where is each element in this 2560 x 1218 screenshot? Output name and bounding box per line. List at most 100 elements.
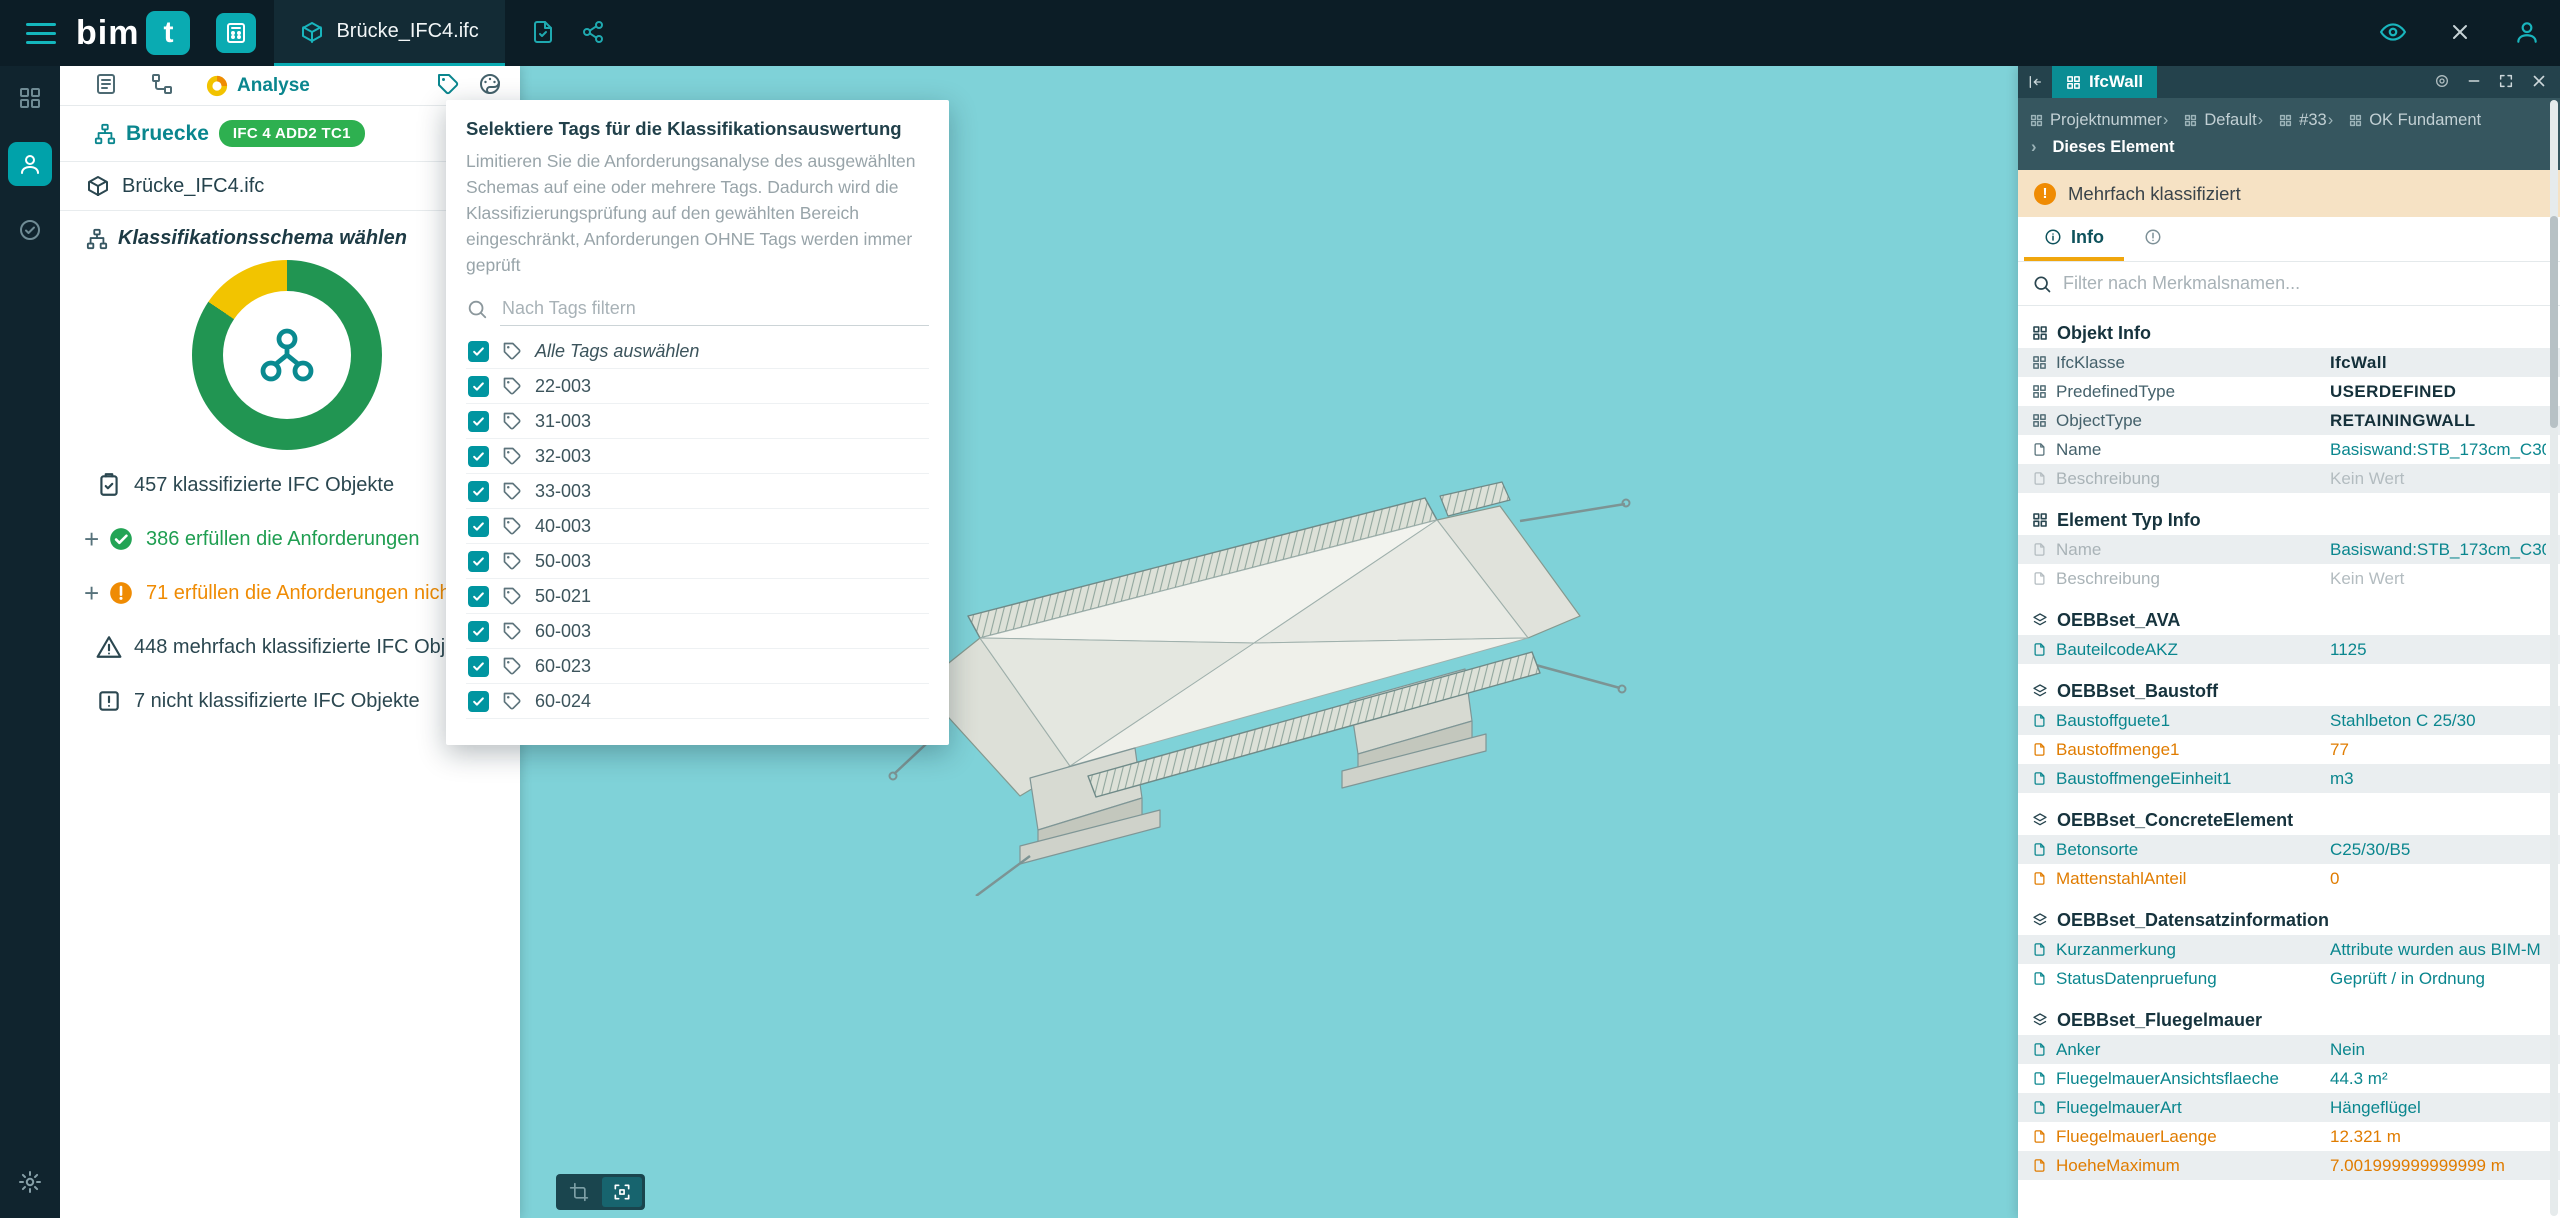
property-row[interactable]: Baustoffguete1 Stahlbeton C 25/30	[2018, 706, 2560, 735]
classification-donut[interactable]	[192, 260, 382, 450]
property-row[interactable]: Name Basiswand:STB_173cm_C30_	[2018, 535, 2560, 564]
tag-row[interactable]: 40-003	[466, 509, 929, 544]
property-row[interactable]: HoeheMaximum 7.001999999999999 m	[2018, 1151, 2560, 1180]
property-row[interactable]: MattenstahlAnteil 0	[2018, 864, 2560, 893]
property-row[interactable]: Baustoffmenge1 77	[2018, 735, 2560, 764]
checkbox-checked[interactable]	[468, 586, 489, 607]
property-row[interactable]: Betonsorte C25/30/B5	[2018, 835, 2560, 864]
checkbox-checked[interactable]	[468, 516, 489, 537]
checkbox-checked[interactable]	[468, 656, 489, 677]
stat-text: 71 erfüllen die Anforderungen nicht	[146, 582, 456, 605]
property-row[interactable]: Anker Nein	[2018, 1035, 2560, 1064]
checkbox-checked[interactable]	[468, 691, 489, 712]
group-title: OEBBset_Fluegelmauer	[2057, 1010, 2262, 1031]
select-all-tags-row[interactable]: Alle Tags auswählen	[466, 334, 929, 369]
checkbox-checked[interactable]	[468, 446, 489, 467]
tab-info[interactable]: Info	[2024, 217, 2124, 261]
user-icon[interactable]	[2514, 19, 2540, 48]
checkbox-checked[interactable]	[468, 411, 489, 432]
property-row[interactable]: Beschreibung Kein Wert	[2018, 464, 2560, 493]
user-box-icon[interactable]	[8, 142, 52, 186]
tag-row[interactable]: 22-003	[466, 369, 929, 404]
check-circle-icon[interactable]	[8, 208, 52, 252]
tag-row[interactable]: 50-003	[466, 544, 929, 579]
property-row[interactable]: Name Basiswand:STB_173cm_C30_	[2018, 435, 2560, 464]
close-icon[interactable]	[2448, 20, 2472, 47]
property-row[interactable]: ObjectType RETAININGWALL	[2018, 406, 2560, 435]
scrollbar-thumb[interactable]	[2550, 216, 2558, 428]
form-icon[interactable]	[94, 72, 118, 99]
tag-row[interactable]: 33-003	[466, 474, 929, 509]
share-icon[interactable]	[581, 20, 605, 47]
tag-row[interactable]: 31-003	[466, 404, 929, 439]
tag-icon[interactable]	[436, 72, 460, 99]
info-circle-icon	[2044, 228, 2062, 246]
property-group-header[interactable]: OEBBset_AVA	[2018, 605, 2560, 635]
tree-icon[interactable]	[150, 72, 174, 99]
checkbox-checked[interactable]	[468, 481, 489, 502]
bridge-model[interactable]	[880, 426, 1640, 901]
close-icon[interactable]	[2530, 72, 2548, 93]
tag-label: 33-003	[535, 481, 591, 502]
grid-icon[interactable]	[8, 76, 52, 120]
tag-row[interactable]: 60-003	[466, 614, 929, 649]
minimize-icon[interactable]	[2466, 73, 2482, 92]
property-row[interactable]: Beschreibung Kein Wert	[2018, 564, 2560, 593]
property-group-header[interactable]: Element Typ Info	[2018, 505, 2560, 535]
property-name: IfcKlasse	[2056, 353, 2125, 373]
property-row[interactable]: FluegelmauerArt Hängeflügel	[2018, 1093, 2560, 1122]
expand-plus[interactable]: +	[84, 578, 108, 609]
model-tab[interactable]: Brücke_IFC4.ifc	[274, 0, 504, 66]
collapse-left-icon[interactable]	[2018, 74, 2052, 90]
property-row[interactable]: BauteilcodeAKZ 1125	[2018, 635, 2560, 664]
left-rail	[0, 66, 60, 1218]
tab-info-label: Info	[2071, 227, 2104, 248]
property-group-header[interactable]: OEBBset_Datensatzinformation	[2018, 905, 2560, 935]
fit-view-icon[interactable]	[602, 1177, 642, 1207]
breadcrumb-item[interactable]: › Default	[2162, 108, 2257, 133]
expand-plus[interactable]: +	[84, 524, 108, 555]
checkbox-checked[interactable]	[468, 376, 489, 397]
ifcwall-tab[interactable]: IfcWall	[2052, 66, 2157, 98]
checkbox-checked[interactable]	[468, 621, 489, 642]
property-group-header[interactable]: OEBBset_Fluegelmauer	[2018, 1005, 2560, 1035]
tag-row[interactable]: 60-024	[466, 684, 929, 719]
eye-icon[interactable]	[2380, 19, 2406, 48]
breadcrumb-item[interactable]: › OK Fundament	[2327, 108, 2481, 133]
gear-icon[interactable]	[8, 1160, 52, 1204]
property-name: Kurzanmerkung	[2056, 940, 2176, 960]
breadcrumb-item[interactable]: › #33	[2257, 108, 2327, 133]
property-row[interactable]: Kurzanmerkung Attribute wurden aus BIM-M	[2018, 935, 2560, 964]
tag-filter-input[interactable]	[500, 292, 929, 326]
tab-issues[interactable]	[2124, 217, 2182, 261]
maximize-icon[interactable]	[2498, 73, 2514, 92]
property-row[interactable]: FluegelmauerAnsichtsflaeche 44.3 m²	[2018, 1064, 2560, 1093]
property-group-header[interactable]: OEBBset_Baustoff	[2018, 676, 2560, 706]
property-row[interactable]: StatusDatenpruefung Geprüft / in Ordnung	[2018, 964, 2560, 993]
checkbox-checked[interactable]	[468, 341, 489, 362]
crop-icon[interactable]	[559, 1177, 599, 1207]
property-row[interactable]: IfcKlasse IfcWall	[2018, 348, 2560, 377]
property-group-header[interactable]: OEBBset_ConcreteElement	[2018, 805, 2560, 835]
apps-grid-icon[interactable]	[216, 13, 256, 53]
property-row[interactable]: FluegelmauerLaenge 12.321 m	[2018, 1122, 2560, 1151]
property-value: 1125	[2330, 640, 2546, 660]
doc-check-icon[interactable]	[531, 20, 555, 47]
tag-row[interactable]: 60-023	[466, 649, 929, 684]
menu-icon[interactable]	[26, 23, 56, 44]
settings-icon[interactable]	[2434, 73, 2450, 92]
property-name: FluegelmauerAnsichtsflaeche	[2056, 1069, 2279, 1089]
property-row[interactable]: PredefinedType USERDEFINED	[2018, 377, 2560, 406]
model-file-name: Brücke_IFC4.ifc	[122, 175, 264, 198]
checkbox-checked[interactable]	[468, 551, 489, 572]
tag-row[interactable]: 50-021	[466, 579, 929, 614]
breadcrumb-item[interactable]: › Projektnummer	[2030, 108, 2162, 133]
tag-row[interactable]: 32-003	[466, 439, 929, 474]
doc-icon	[2032, 713, 2047, 728]
tab-analyse[interactable]: Analyse	[206, 75, 310, 97]
tag-icon	[502, 516, 522, 536]
property-group-header[interactable]: Objekt Info	[2018, 318, 2560, 348]
palette-icon[interactable]	[478, 72, 502, 99]
property-filter-input[interactable]	[2063, 273, 2546, 294]
property-row[interactable]: BaustoffmengeEinheit1 m3	[2018, 764, 2560, 793]
